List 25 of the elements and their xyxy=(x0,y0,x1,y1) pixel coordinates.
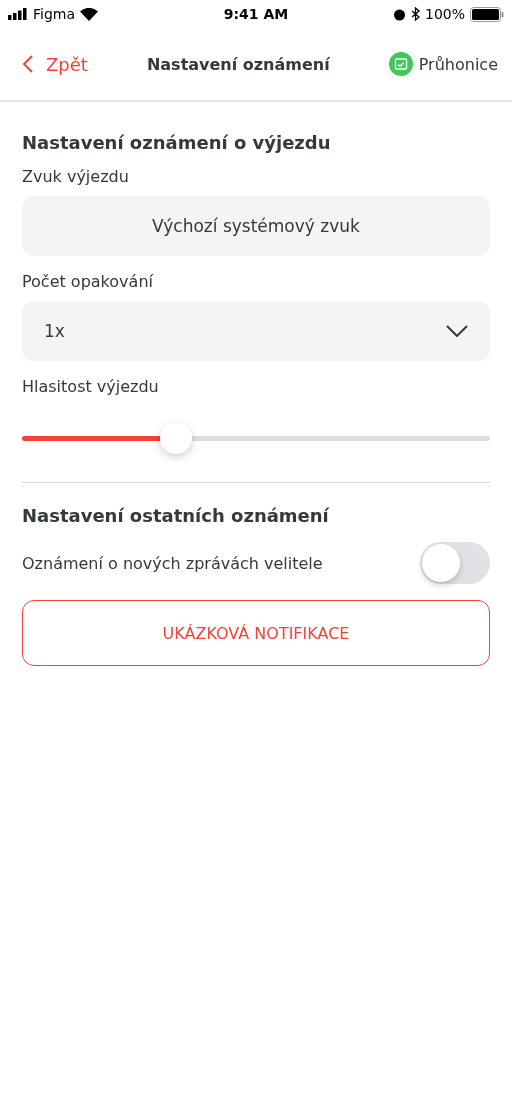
slider-thumb[interactable] xyxy=(160,422,193,454)
sound-select[interactable]: Výchozí systémový zvuk xyxy=(22,196,490,256)
volume-slider[interactable] xyxy=(22,422,490,454)
back-chevron-icon xyxy=(22,54,34,74)
bluetooth-icon xyxy=(410,7,420,21)
station-button[interactable]: Průhonice xyxy=(388,52,498,76)
field-label: Hlasitost výjezdu xyxy=(22,377,160,396)
section-heading: Nastavení oznámení o výjezdu xyxy=(22,132,332,153)
back-button[interactable]: Zpět xyxy=(22,53,88,75)
field-label: Zvuk výjezdu xyxy=(22,167,130,186)
chevron-down-icon xyxy=(446,325,468,337)
wifi-icon xyxy=(80,7,99,21)
status-time: 9:41 AM xyxy=(223,6,289,22)
signal-icon xyxy=(8,8,28,20)
screen-title: Nastavení oznámení xyxy=(146,54,330,74)
battery-percent: 100% xyxy=(424,6,465,22)
battery-icon xyxy=(470,6,504,22)
carrier-name: Figma xyxy=(33,6,76,22)
calendar-check-icon xyxy=(388,52,413,76)
section-heading: Nastavení ostatních oznámení xyxy=(22,505,330,526)
sample-notification-button[interactable]: UKÁZKOVÁ NOTIFIKACE xyxy=(22,600,490,666)
toggle-label: Oznámení o nových zprávách velitele xyxy=(22,553,323,573)
field-label: Počet opakování xyxy=(22,272,154,291)
repeat-dropdown[interactable]: 1x xyxy=(22,301,490,361)
toggle-switch[interactable] xyxy=(420,542,490,584)
